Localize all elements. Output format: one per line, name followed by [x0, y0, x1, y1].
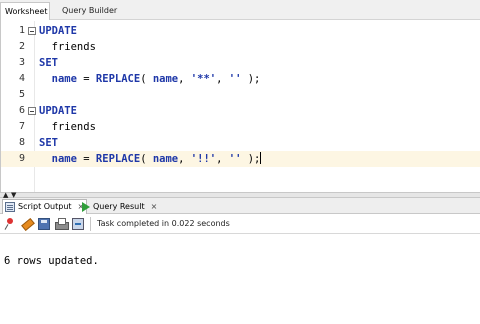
output-text: 6 rows updated.: [4, 255, 99, 267]
code-line[interactable]: 4 name = REPLACE( name, '**', '' );: [1, 71, 480, 87]
fold-toggle-icon[interactable]: [28, 27, 36, 35]
code-token: ,: [216, 153, 229, 165]
tab-query-builder[interactable]: Query Builder: [58, 2, 121, 20]
export-icon[interactable]: [72, 218, 84, 230]
save-icon[interactable]: [38, 218, 50, 230]
tab-query-result[interactable]: Query Result ×: [80, 199, 157, 214]
code-token: name: [152, 153, 179, 165]
close-icon[interactable]: ×: [151, 200, 158, 214]
editor-tab-bar: Worksheet Query Builder: [0, 0, 480, 20]
code-token: friends: [39, 41, 96, 53]
code-token: ,: [178, 153, 191, 165]
script-output-icon: [5, 202, 15, 212]
code-line[interactable]: 6 UPDATE: [1, 103, 480, 119]
code-token: ,: [178, 73, 191, 85]
code-line[interactable]: 9 name = REPLACE( name, '!!', '' );: [1, 151, 480, 167]
print-icon[interactable]: [55, 218, 69, 230]
line-number: 9: [18, 153, 25, 164]
code-token: name: [152, 73, 179, 85]
code-text: UPDATE: [39, 103, 77, 119]
code-token: SET: [39, 137, 58, 149]
code-token: );: [241, 153, 261, 165]
tab-script-output-label: Script Output: [18, 202, 72, 211]
tab-query-result-label: Query Result: [93, 201, 145, 211]
code-text: SET: [39, 55, 58, 71]
sql-editor[interactable]: 1 UPDATE 2 friends 3 SET 4 name = REPLACE( na…: [1, 21, 480, 193]
code-token: );: [241, 73, 261, 85]
code-text: friends: [39, 39, 96, 55]
code-token: '': [228, 73, 242, 85]
line-number: 5: [18, 89, 25, 100]
code-token: friends: [39, 121, 96, 133]
script-output-panel[interactable]: 6 rows updated.: [0, 235, 480, 324]
code-line[interactable]: 5: [1, 87, 480, 103]
line-number: 3: [18, 57, 25, 68]
code-token: =: [76, 73, 96, 85]
code-line[interactable]: 2 friends: [1, 39, 480, 55]
tab-script-output[interactable]: Script Output ×: [2, 199, 88, 214]
line-number: 8: [18, 137, 25, 148]
line-number: 1: [18, 25, 25, 36]
line-number: 4: [18, 73, 25, 84]
code-token: =: [76, 153, 96, 165]
play-icon: [82, 201, 90, 212]
code-text: friends: [39, 119, 96, 135]
code-token: '': [228, 153, 242, 165]
tab-worksheet[interactable]: Worksheet: [0, 2, 50, 20]
fold-toggle-icon[interactable]: [28, 107, 36, 115]
line-number: 6: [18, 105, 25, 116]
output-tab-bar: Script Output × Query Result ×: [0, 198, 480, 214]
code-token: UPDATE: [39, 25, 77, 37]
status-message: Task completed in 0.022 seconds: [97, 219, 230, 228]
pin-icon[interactable]: [4, 218, 16, 230]
code-text: name = REPLACE( name, '**', '' );: [39, 71, 261, 87]
code-token: name: [51, 73, 77, 85]
output-toolbar: Task completed in 0.022 seconds: [0, 214, 480, 234]
code-line[interactable]: 8 SET: [1, 135, 480, 151]
text-caret: [260, 152, 262, 164]
toolbar-divider: [90, 217, 91, 231]
code-token: SET: [39, 57, 58, 69]
line-number: 2: [18, 41, 25, 52]
line-number: 7: [18, 121, 25, 132]
code-text: name = REPLACE( name, '!!', '' );: [39, 151, 262, 167]
code-text: UPDATE: [39, 23, 77, 39]
code-line[interactable]: 3 SET: [1, 55, 480, 71]
eraser-icon[interactable]: [21, 218, 33, 230]
code-line[interactable]: 1 UPDATE: [1, 23, 480, 39]
code-line[interactable]: 7 friends: [1, 119, 480, 135]
code-token: '**': [190, 73, 217, 85]
code-token: UPDATE: [39, 105, 77, 117]
code-text: SET: [39, 135, 58, 151]
code-token: (: [140, 153, 153, 165]
code-token: '!!': [190, 153, 217, 165]
code-token: name: [51, 153, 77, 165]
code-token: REPLACE: [95, 73, 141, 85]
code-token: (: [140, 73, 153, 85]
code-token: ,: [216, 73, 229, 85]
code-token: REPLACE: [95, 153, 141, 165]
